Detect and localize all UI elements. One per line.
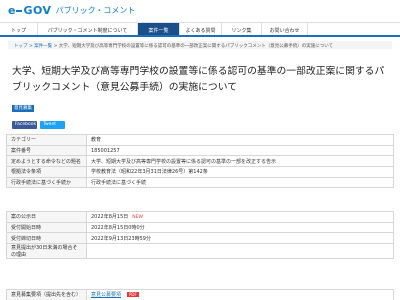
date-info-table: 案の公示日 2022年8月15日 NEW 受付開始日時 2022年8月15日0時0… [6,211,394,260]
row-value [86,243,394,260]
nav-item-list[interactable]: 案件一覧 [138,23,180,35]
nav-item-about[interactable]: パブリック・コメント制度について [38,23,138,35]
row-key: 行政手続法に基づく手続か [6,176,87,189]
table-row: 受付開始日時 2022年8月15日0時0分 [6,221,394,234]
row-key: 意見募集要項（提出先を含む） [6,289,87,300]
logo-e: e [8,4,16,17]
share-buttons: Facebook Tweet [12,121,65,129]
document-table: 意見募集要項（提出先を含む） 意見公募要項 PDF [6,289,394,300]
table-row: 意見提出が30日未満の場合その理由 [6,243,394,260]
row-key: カテゴリー [6,134,87,146]
row-key: 定めようとする命令などの題名 [6,155,87,168]
status-badge: 意見募集中 [12,105,34,118]
egov-logo[interactable]: e GOV パブリック・コメント [8,4,135,17]
row-key: 受付開始日時 [6,221,87,234]
breadcrumb-current: 大学、短期大学及び高等専門学校の設置等に係る認可の基準の一部改正案に関するパブリ… [58,44,334,49]
twitter-share-button[interactable]: Tweet [40,121,65,129]
row-key: 受付締切日時 [6,232,87,245]
table-row: カテゴリー 教育 [6,134,394,146]
table-row: 行政手続法に基づく手続か 行政手続法に基づく手続 [6,176,394,189]
facebook-share-button[interactable]: Facebook [12,121,37,129]
logo-gov: GOV [23,4,52,17]
guideline-link[interactable]: 意見公募要項 [91,292,121,298]
page-title: 大学、短期大学及び高等専門学校の設置等に係る認可の基準の一部改正案に関するパブリ… [12,66,385,93]
row-value: 2022年8月15日 NEW [86,211,394,223]
table-row: 受付締切日時 2022年9月13日23時59分 [6,232,394,245]
table-row: 案件番号 185001257 [6,144,394,157]
publish-date: 2022年8月15日 [91,214,129,221]
row-value: 学校教育法（昭和22年3月31日法律26号）第142条 [86,166,394,178]
table-row: 根拠法令条項 学校教育法（昭和22年3月31日法律26号）第142条 [6,166,394,178]
nav-item-faq[interactable]: よくある質問 [180,23,222,35]
site-header: e GOV パブリック・コメント [0,0,400,22]
nav-item-contact[interactable]: お問い合わせ [262,23,308,35]
pdf-badge: PDF [127,292,139,298]
case-info-table: カテゴリー 教育 案件番号 185001257 定めようとする命令などの題名 大… [6,134,394,189]
row-key: 意見提出が30日未満の場合その理由 [6,243,87,260]
table-row: 案の公示日 2022年8月15日 NEW [6,211,394,223]
logo-subtitle: パブリック・コメント [55,6,136,15]
breadcrumb-list[interactable]: 案件一覧 [34,44,52,49]
row-value: 2022年8月15日0時0分 [86,221,394,234]
row-key: 案の公示日 [6,211,87,223]
row-key: 根拠法令条項 [6,166,87,178]
table-row: 意見募集要項（提出先を含む） 意見公募要項 PDF [6,289,394,300]
nav-item-top[interactable]: トップ [0,23,38,35]
row-value: 185001257 [86,144,394,157]
breadcrumb: トップ > 案件一覧 > 大学、短期大学及び高等専門学校の設置等に係る認可の基準… [8,41,392,49]
row-value: 行政手続法に基づく手続 [86,176,394,189]
main-nav: トップ パブリック・コメント制度について 案件一覧 よくある質問 リンク集 お問… [0,22,400,37]
row-value: 2022年9月13日23時59分 [86,232,394,245]
table-row: 定めようとする命令などの題名 大学、短期大学及び高等専門学校の設置等に係る認可の… [6,155,394,168]
row-value: 意見公募要項 PDF [86,289,394,300]
new-badge: NEW [132,215,143,221]
logo-dash [16,9,23,12]
nav-item-links[interactable]: リンク集 [222,23,262,35]
breadcrumb-home[interactable]: トップ [14,44,28,49]
row-key: 案件番号 [6,144,87,157]
row-value: 教育 [86,134,394,146]
row-value: 大学、短期大学及び高等専門学校の設置等に係る認可の基準の一部を改正する告示 [86,155,394,168]
